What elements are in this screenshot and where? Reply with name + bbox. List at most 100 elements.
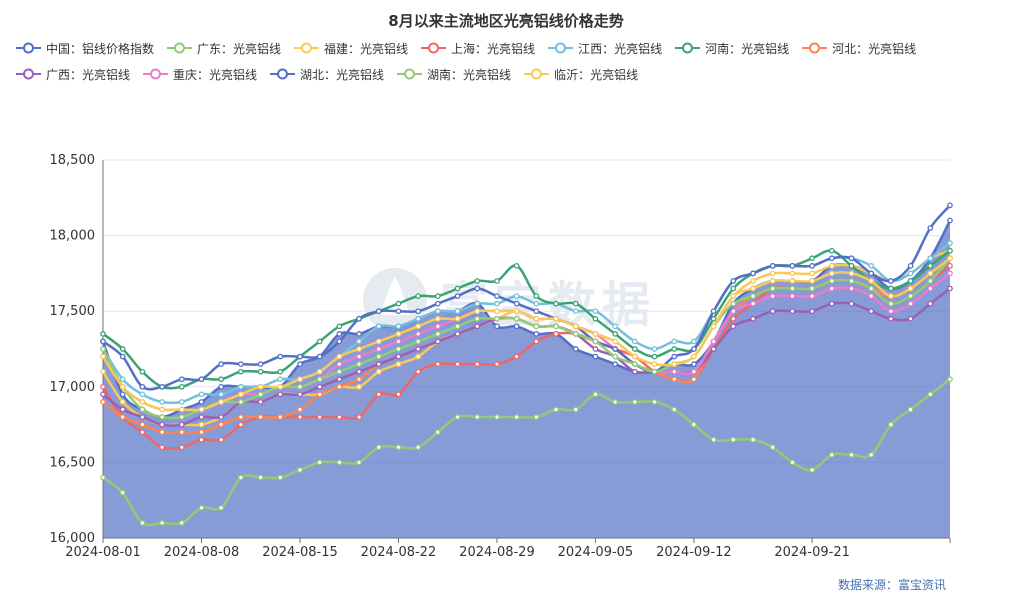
- data-point: [316, 353, 323, 360]
- data-point: [218, 383, 225, 390]
- data-point: [553, 323, 559, 330]
- data-point: [316, 338, 323, 345]
- data-point: [356, 383, 362, 390]
- data-point: [257, 383, 264, 390]
- x-tick-label: 2024-09-21: [774, 545, 850, 560]
- data-point: [691, 353, 697, 360]
- data-point: [218, 376, 225, 383]
- x-tick-label: 2024-08-15: [262, 545, 338, 560]
- data-point: [947, 376, 953, 383]
- data-point: [592, 391, 599, 398]
- data-point: [828, 247, 835, 254]
- data-point: [533, 331, 540, 337]
- data-point: [336, 323, 343, 330]
- data-point: [395, 353, 402, 360]
- data-point: [415, 338, 422, 345]
- data-point: [651, 353, 658, 360]
- data-point: [100, 346, 106, 352]
- data-point: [198, 429, 205, 436]
- data-point: [809, 308, 815, 315]
- data-point: [474, 315, 481, 322]
- data-point: [356, 459, 362, 466]
- data-point: [257, 414, 264, 420]
- data-point: [178, 421, 185, 428]
- data-point: [572, 331, 579, 337]
- data-point: [435, 323, 441, 330]
- data-point: [513, 315, 520, 322]
- data-point: [592, 315, 599, 322]
- y-tick-label: 16,000: [50, 531, 96, 546]
- data-point: [139, 383, 146, 390]
- data-point: [395, 308, 402, 315]
- data-point: [631, 353, 638, 360]
- data-point: [100, 391, 106, 398]
- data-point: [730, 278, 737, 284]
- data-point: [316, 414, 323, 420]
- data-point: [809, 293, 815, 299]
- data-point: [178, 414, 185, 420]
- data-point: [238, 391, 244, 398]
- data-point: [651, 346, 658, 352]
- data-point: [356, 338, 362, 345]
- data-point: [178, 520, 185, 526]
- data-point: [375, 368, 382, 375]
- data-point: [257, 399, 264, 405]
- y-tick-label: 16,500: [50, 455, 96, 470]
- data-point: [375, 391, 382, 398]
- data-point: [277, 474, 284, 481]
- data-point: [454, 323, 461, 330]
- data-point: [848, 278, 855, 284]
- data-point: [435, 429, 441, 436]
- data-point: [828, 300, 835, 307]
- data-point: [651, 368, 658, 375]
- data-point: [336, 383, 343, 390]
- data-point: [631, 399, 638, 405]
- data-point: [947, 255, 953, 262]
- data-point: [907, 270, 914, 277]
- data-point: [356, 361, 362, 367]
- data-point: [651, 361, 658, 367]
- x-tick-label: 2024-09-05: [558, 545, 634, 560]
- data-point: [454, 331, 461, 337]
- x-tick-label: 2024-08-01: [65, 545, 141, 560]
- data-point: [809, 262, 815, 269]
- data-point: [710, 436, 717, 443]
- data-point: [691, 421, 697, 428]
- data-point: [789, 270, 796, 277]
- data-point: [907, 262, 914, 269]
- data-point: [395, 444, 402, 451]
- data-point: [159, 383, 165, 390]
- data-point: [671, 346, 678, 352]
- data-point: [848, 270, 855, 277]
- data-point: [139, 414, 146, 420]
- data-point: [375, 361, 382, 367]
- data-point: [100, 338, 106, 345]
- data-point: [356, 331, 362, 337]
- data-point: [750, 270, 756, 277]
- data-point: [198, 391, 205, 398]
- data-point: [750, 436, 756, 443]
- data-point: [671, 338, 678, 345]
- data-point: [533, 338, 540, 345]
- data-point: [395, 300, 402, 307]
- data-point: [828, 262, 835, 269]
- data-point: [257, 391, 264, 398]
- data-point: [947, 262, 953, 269]
- data-point: [395, 323, 402, 330]
- x-tick-label: 2024-08-08: [164, 545, 240, 560]
- data-point: [474, 285, 481, 292]
- data-point: [159, 444, 165, 451]
- data-point: [494, 308, 500, 315]
- series-中国：铝线价格指数: [100, 217, 953, 538]
- data-point: [238, 399, 244, 405]
- data-point: [238, 383, 244, 390]
- data-point: [848, 285, 855, 292]
- data-point: [119, 383, 126, 390]
- data-point: [375, 308, 382, 315]
- data-point: [710, 315, 717, 322]
- data-point: [612, 331, 618, 337]
- data-point: [631, 368, 638, 375]
- data-point: [336, 459, 343, 466]
- data-point: [218, 391, 225, 398]
- data-point: [100, 368, 106, 375]
